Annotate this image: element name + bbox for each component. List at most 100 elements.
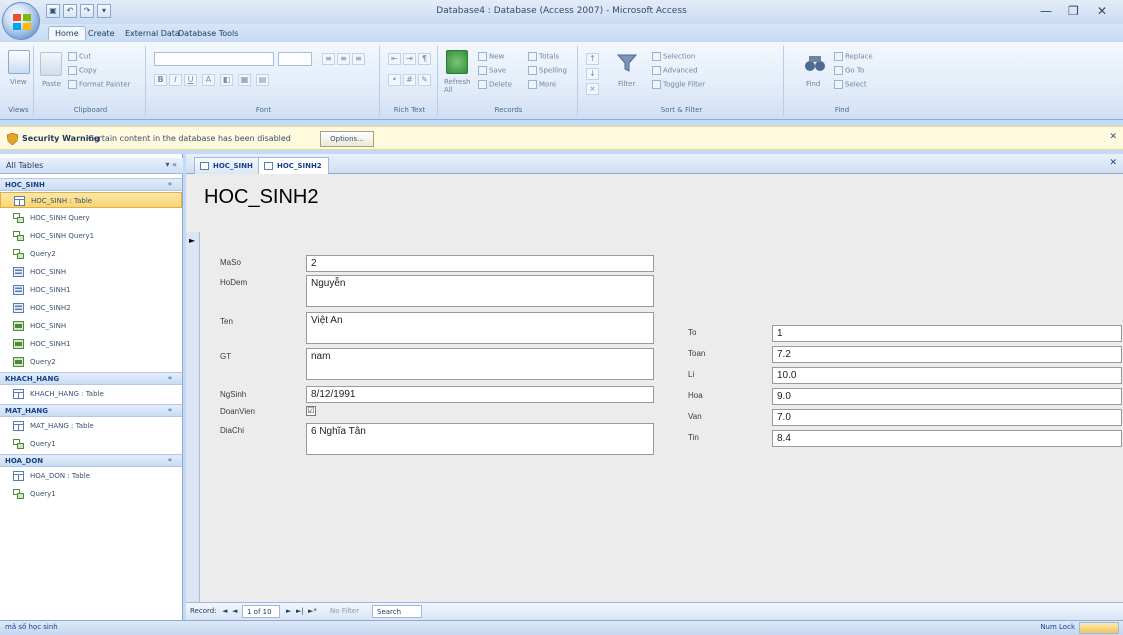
bold-button[interactable]: B	[154, 74, 167, 86]
paste-icon[interactable]	[40, 52, 62, 76]
close-icon[interactable]: ✕	[1109, 132, 1117, 142]
select-button[interactable]: Select	[834, 80, 867, 89]
nav-item[interactable]: HOC_SINH	[0, 264, 182, 280]
search-input[interactable]: Search	[372, 605, 422, 618]
nav-item[interactable]: HOC_SINH	[0, 318, 182, 334]
totals-button[interactable]: Totals	[528, 52, 559, 61]
fill-color-button[interactable]: ◧	[220, 74, 233, 86]
nav-item[interactable]: HOC_SINH Query1	[0, 228, 182, 244]
doc-tab-hoc-sinh2[interactable]: HOC_SINH2	[258, 157, 329, 174]
next-record-button[interactable]: ►	[286, 607, 291, 615]
nav-item[interactable]: Query2	[0, 354, 182, 370]
cut-button[interactable]: Cut	[68, 52, 91, 61]
diachi-field[interactable]: 6 Nghĩa Tân	[306, 423, 654, 455]
nav-pane-header[interactable]: All Tables ▾ «	[0, 158, 183, 174]
record-selector[interactable]: ►	[186, 232, 200, 602]
goto-button[interactable]: Go To	[834, 66, 864, 75]
more-button[interactable]: More	[528, 80, 556, 89]
view-button[interactable]: View	[10, 78, 27, 86]
nav-item[interactable]: HOC_SINH1	[0, 282, 182, 298]
copy-button[interactable]: Copy	[68, 66, 97, 75]
tab-database-tools[interactable]: Database Tools	[172, 27, 244, 40]
tab-home[interactable]: Home	[48, 26, 86, 40]
selection-button[interactable]: Selection	[652, 52, 695, 61]
filter-button[interactable]: Filter	[618, 80, 635, 88]
doanvien-checkbox[interactable]: ☑	[306, 406, 316, 416]
previous-record-button[interactable]: ◄	[232, 607, 237, 615]
bullets-button[interactable]: •	[388, 74, 401, 86]
tin-field[interactable]: 8.4	[772, 430, 1122, 447]
filter-status[interactable]: No Filter	[330, 607, 359, 615]
align-right-button[interactable]: ≡	[352, 53, 365, 65]
binoculars-icon[interactable]	[804, 52, 826, 74]
nav-group-mat-hang[interactable]: MAT_HANG «	[0, 404, 182, 417]
view-icon[interactable]	[8, 50, 30, 74]
nav-item[interactable]: HOC_SINH Query	[0, 210, 182, 226]
filter-icon[interactable]	[616, 52, 638, 74]
nav-item[interactable]: HOC_SINH2	[0, 300, 182, 316]
new-record-button[interactable]: New	[478, 52, 504, 61]
italic-button[interactable]: I	[169, 74, 182, 86]
tab-create[interactable]: Create	[82, 27, 121, 40]
nav-pane-collapse-icon[interactable]: ▾ «	[166, 160, 177, 169]
ten-field[interactable]: Việt An	[306, 312, 654, 344]
underline-button[interactable]: U	[184, 74, 197, 86]
delete-record-button[interactable]: Delete	[478, 80, 512, 89]
doc-tab-hoc-sinh[interactable]: HOC_SINH	[194, 157, 260, 174]
decrease-indent-button[interactable]: ⇤	[388, 53, 401, 65]
format-painter-button[interactable]: Format Painter	[68, 80, 130, 89]
nav-item[interactable]: HOA_DON : Table	[0, 468, 182, 484]
align-center-button[interactable]: ≡	[337, 53, 350, 65]
van-field[interactable]: 7.0	[772, 409, 1122, 426]
alt-fill-button[interactable]: ▤	[256, 74, 269, 86]
clear-sort-button[interactable]: ×	[586, 83, 599, 95]
nav-group-khach-hang[interactable]: KHACH_HANG «	[0, 372, 182, 385]
nav-item[interactable]: KHACH_HANG : Table	[0, 386, 182, 402]
first-record-button[interactable]: ◄	[222, 607, 227, 615]
find-button[interactable]: Find	[806, 80, 820, 88]
increase-indent-button[interactable]: ⇥	[403, 53, 416, 65]
paragraph-button[interactable]: ¶	[418, 53, 431, 65]
gridlines-button[interactable]: ▦	[238, 74, 251, 86]
nav-item[interactable]: HOC_SINH1	[0, 336, 182, 352]
gt-field[interactable]: nam	[306, 348, 654, 380]
ngsinh-field[interactable]: 8/12/1991	[306, 386, 654, 403]
current-record-input[interactable]: 1 of 10	[242, 605, 280, 618]
nav-item[interactable]: Query1	[0, 486, 182, 502]
nav-item[interactable]: Query2	[0, 246, 182, 262]
highlight-button[interactable]: ✎	[418, 74, 431, 86]
advanced-button[interactable]: Advanced	[652, 66, 698, 75]
toggle-filter-button[interactable]: Toggle Filter	[652, 80, 705, 89]
li-field[interactable]: 10.0	[772, 367, 1122, 384]
save-record-button[interactable]: Save	[478, 66, 506, 75]
close-button[interactable]: ✕	[1097, 4, 1107, 18]
new-record-nav-button[interactable]: ►*	[308, 607, 317, 615]
hoa-field[interactable]: 9.0	[772, 388, 1122, 405]
last-record-button[interactable]: ►|	[296, 607, 304, 615]
sort-descending-button[interactable]: ↓	[586, 68, 599, 80]
office-button[interactable]	[2, 2, 40, 40]
hodem-field[interactable]: Nguyễn	[306, 275, 654, 307]
nav-item[interactable]: Query1	[0, 436, 182, 452]
view-switcher[interactable]	[1079, 622, 1119, 634]
nav-item[interactable]: MAT_HANG : Table	[0, 418, 182, 434]
numbering-button[interactable]: #	[403, 74, 416, 86]
nav-group-hoa-don[interactable]: HOA_DON «	[0, 454, 182, 467]
font-color-button[interactable]: A	[202, 74, 215, 86]
maso-field[interactable]: 2	[306, 255, 654, 272]
restore-button[interactable]: ❐	[1068, 4, 1079, 18]
toan-field[interactable]: 7.2	[772, 346, 1122, 363]
font-size-select[interactable]	[278, 52, 312, 66]
font-name-select[interactable]	[154, 52, 274, 66]
nav-item[interactable]: HOC_SINH : Table	[0, 192, 182, 208]
replace-button[interactable]: Replace	[834, 52, 873, 61]
paste-button[interactable]: Paste	[42, 80, 61, 88]
nav-group-hoc-sinh[interactable]: HOC_SINH «	[0, 178, 182, 191]
refresh-all-button[interactable]: Refresh All	[444, 78, 474, 94]
sort-ascending-button[interactable]: ↑	[586, 53, 599, 65]
refresh-icon[interactable]	[446, 50, 468, 74]
to-field[interactable]: 1	[772, 325, 1122, 342]
spelling-button[interactable]: Spelling	[528, 66, 567, 75]
options-button[interactable]: Options...	[320, 131, 374, 147]
minimize-button[interactable]: —	[1040, 4, 1052, 18]
